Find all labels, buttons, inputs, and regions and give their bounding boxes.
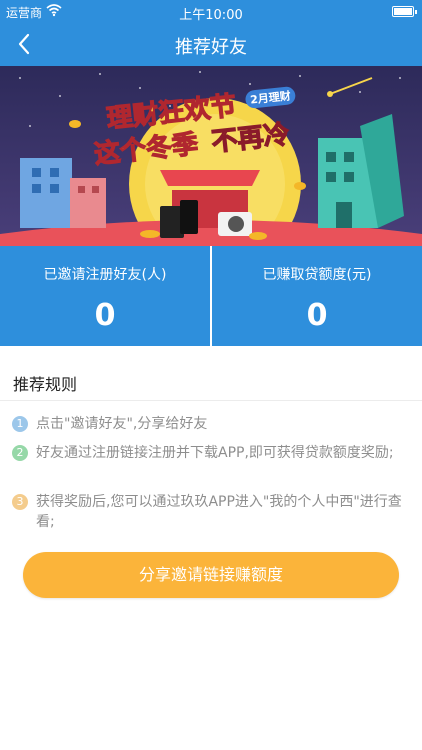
promo-banner[interactable]: 理财狂欢节 2月理财 这个冬季 不再冷 (0, 66, 422, 246)
rules-title: 推荐规则 (13, 375, 78, 394)
rule-number-badge: 1 (12, 416, 28, 432)
status-time: 上午10:00 (179, 8, 243, 23)
banner-illustration: 理财狂欢节 2月理财 这个冬季 不再冷 (0, 66, 422, 246)
navigation-bar: 推荐好友 (0, 22, 422, 66)
earned-credit-stat: 已赚取贷额度(元) 0 (210, 246, 422, 346)
rule-text: 获得奖励后,您可以通过玖玖APP进入"我的个人中西"进行查看; (36, 494, 402, 530)
page-title: 推荐好友 (175, 37, 247, 58)
rule-item: 2 好友通过注册链接注册并下载APP,即可获得贷款额度奖励; (12, 443, 407, 463)
rules-divider (0, 400, 422, 401)
rule-text: 好友通过注册链接注册并下载APP,即可获得贷款额度奖励; (36, 445, 394, 461)
status-bar: 运营商 上午10:00 (0, 0, 422, 23)
share-invite-link-button[interactable]: 分享邀请链接赚额度 (23, 552, 399, 598)
battery-icon (392, 6, 417, 17)
earned-credit-label: 已赚取贷额度(元) (262, 267, 372, 283)
rule-item: 3 获得奖励后,您可以通过玖玖APP进入"我的个人中西"进行查看; (12, 492, 407, 532)
rule-number-badge: 2 (12, 445, 28, 461)
earned-credit-amount: 0 (306, 298, 328, 333)
invited-friends-count: 0 (94, 298, 116, 333)
rule-number-badge: 3 (12, 494, 28, 510)
rule-text: 点击"邀请好友",分享给好友 (36, 416, 208, 432)
invited-friends-stat: 已邀请注册好友(人) 0 (0, 246, 210, 346)
rule-item: 1 点击"邀请好友",分享给好友 (12, 414, 407, 434)
referral-stats: 已邀请注册好友(人) 0 已赚取贷额度(元) 0 (0, 246, 422, 346)
invited-friends-label: 已邀请注册好友(人) (43, 267, 167, 283)
